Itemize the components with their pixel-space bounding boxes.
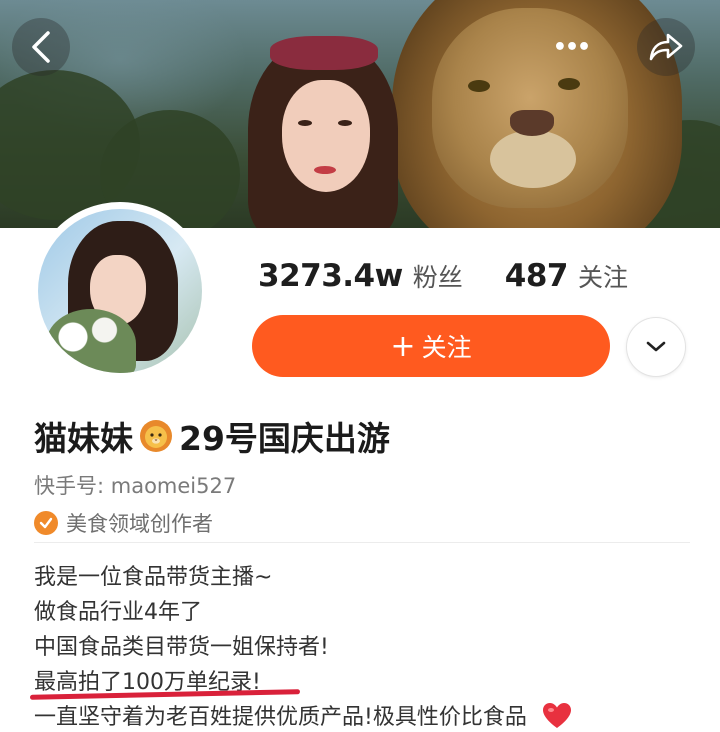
creator-badge[interactable]: 美食领域创作者: [34, 508, 213, 538]
more-button[interactable]: •••: [542, 18, 600, 76]
followers-label[interactable]: 粉丝: [413, 258, 463, 294]
profile-name: 猫妹妹 29号国庆出游: [34, 412, 390, 460]
following-label[interactable]: 关注: [578, 258, 628, 294]
cover-person-face: [282, 80, 370, 192]
kuaishou-id[interactable]: 快手号: maomei527: [34, 470, 236, 500]
cover-person-lips: [314, 166, 336, 174]
profile-bio: 我是一位食品带货主播~ 做食品行业4年了 中国食品类目带货一姐保持者! 最高拍了…: [29, 560, 714, 732]
recommend-dropdown-button[interactable]: [627, 318, 685, 376]
following-count[interactable]: 487: [505, 258, 569, 294]
bio-line: 做食品行业4年了: [34, 600, 202, 625]
bio-line-highlight: 最高拍了100万单纪录!: [29, 665, 714, 700]
cover-person-eye: [338, 120, 352, 126]
name-part2: 29号国庆出游: [179, 419, 390, 458]
cover-person-eye: [298, 120, 312, 126]
avatar[interactable]: [31, 202, 209, 380]
bio-line: 我是一位食品带货主播~: [34, 565, 273, 590]
verified-check-icon: [34, 511, 58, 535]
more-dots-icon: •••: [552, 34, 591, 60]
bio-line: 一直坚守着为老百姓提供优质产品!极具性价比食品: [34, 700, 714, 732]
follow-button[interactable]: + 关注: [252, 315, 610, 377]
bio-line: 中国食品类目带货一姐保持者!: [34, 635, 329, 660]
bio-line-text: 一直坚守着为老百姓提供优质产品!极具性价比食品: [34, 705, 527, 730]
avatar-flowers: [46, 309, 136, 373]
lion-emoji-icon: [140, 420, 172, 452]
cover-person-bow: [270, 36, 378, 70]
profile-stats: 3273.4w 粉丝 487 关注: [258, 258, 628, 294]
share-button[interactable]: [637, 18, 695, 76]
chevron-down-icon: [646, 341, 666, 352]
follow-button-label: 关注: [421, 333, 472, 362]
avatar-image: [38, 209, 202, 373]
back-button[interactable]: [12, 18, 70, 76]
followers-count[interactable]: 3273.4w: [258, 258, 403, 294]
plus-icon: +: [390, 328, 416, 364]
cover-banner: •••: [0, 0, 720, 228]
cover-lion-eye: [468, 80, 490, 92]
cover-lion-nose: [510, 110, 554, 136]
cover-lion-muzzle: [490, 130, 576, 188]
name-part1: 猫妹妹: [34, 419, 133, 458]
chevron-left-icon: [32, 31, 50, 63]
badge-text: 美食领域创作者: [66, 512, 213, 536]
share-arrow-icon: [649, 33, 683, 61]
red-heart-icon: [542, 703, 571, 728]
cover-lion-eye: [558, 78, 580, 90]
divider: [34, 542, 690, 543]
